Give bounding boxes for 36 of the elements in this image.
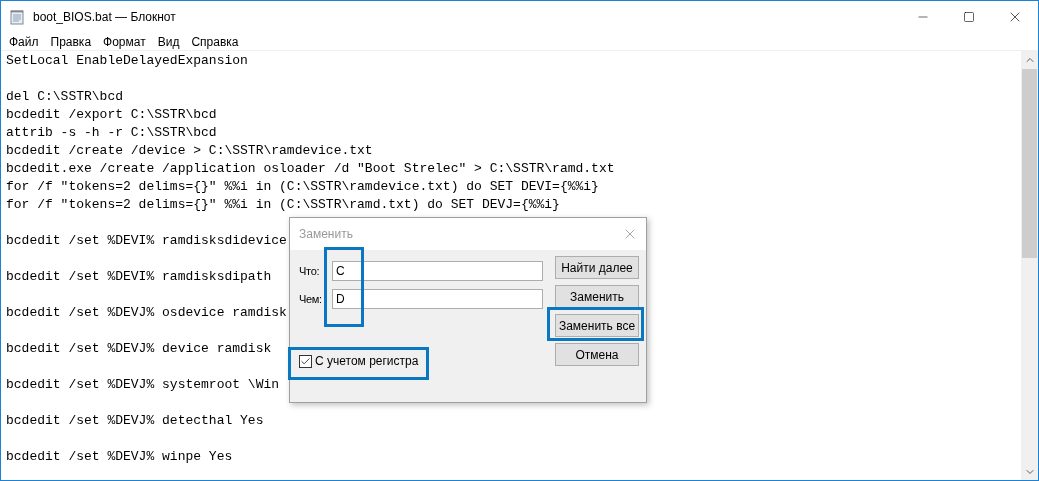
code-line: bcdedit /set %DEVJ% osdevice ramdisk: [6, 304, 287, 322]
field-label: Чем:: [299, 291, 323, 307]
code-line: del C:\SSTR\bcd: [6, 88, 124, 106]
code-line: bcdedit /set %DEVJ% detecthal Yes: [6, 412, 264, 430]
menu-item[interactable]: Справка: [185, 32, 245, 51]
menu-item[interactable]: Файл: [3, 32, 45, 51]
code-line: bcdedit /export C:\SSTR\bcd: [6, 106, 217, 124]
code-line: bcdedit /set %DEVJ% device ramdisk: [6, 340, 272, 358]
field-label: Что:: [299, 263, 321, 279]
code-line: bcdedit /set %DEVJ% systemroot \Win: [6, 376, 280, 394]
code-line: bcdedit.exe /create /application osloader /d "Boot Strelec" > C:\SSTR\ramd.txt: [6, 160, 615, 178]
code-line: bcdedit /set %DEVI% ramdisksdidevice: [6, 232, 287, 250]
dialog-button[interactable]: Заменить все: [555, 314, 639, 337]
code-line: bcdedit /create /device > C:\SSTR\ramdevice.txt: [6, 142, 373, 160]
dialog-title: Заменить: [299, 226, 353, 243]
checkbox[interactable]: [299, 354, 312, 368]
code-line: SetLocal EnableDelayedExpansion: [6, 52, 248, 70]
code-line: attrib -s -h -r C:\SSTR\bcd: [6, 124, 217, 142]
text-field[interactable]: D: [332, 289, 543, 309]
window-title: boot_BIOS.bat — Блокнот: [33, 9, 176, 26]
code-line: for /f "tokens=2 delims={}" %%i in (C:\SSTR\ramdevice.txt) do SET DEVI={%%i}: [6, 178, 599, 196]
notepad-icon: [9, 9, 25, 25]
scrollbar[interactable]: [1021, 51, 1038, 480]
maximize-icon: [963, 11, 975, 23]
menu-item[interactable]: Формат: [97, 32, 152, 51]
menu-item[interactable]: Правка: [44, 32, 98, 51]
text-field[interactable]: C: [332, 261, 543, 281]
code-line: bcdedit /set %DEVJ% winpe Yes: [6, 448, 233, 466]
scrollbar-thumb[interactable]: [1022, 69, 1037, 258]
code-line: bcdedit /set %DEVI% ramdisksdipath: [6, 268, 272, 286]
dialog-button[interactable]: Заменить: [555, 285, 639, 308]
code-line: for /f "tokens=2 delims={}" %%i in (C:\SSTR\ramd.txt) do SET DEVJ={%%i}: [6, 196, 560, 214]
checkbox-label: С учетом регистра: [315, 353, 419, 370]
menu-item[interactable]: Вид: [151, 32, 186, 51]
dialog-button[interactable]: Найти далее: [555, 256, 639, 279]
dialog-button[interactable]: Отмена: [555, 343, 639, 366]
